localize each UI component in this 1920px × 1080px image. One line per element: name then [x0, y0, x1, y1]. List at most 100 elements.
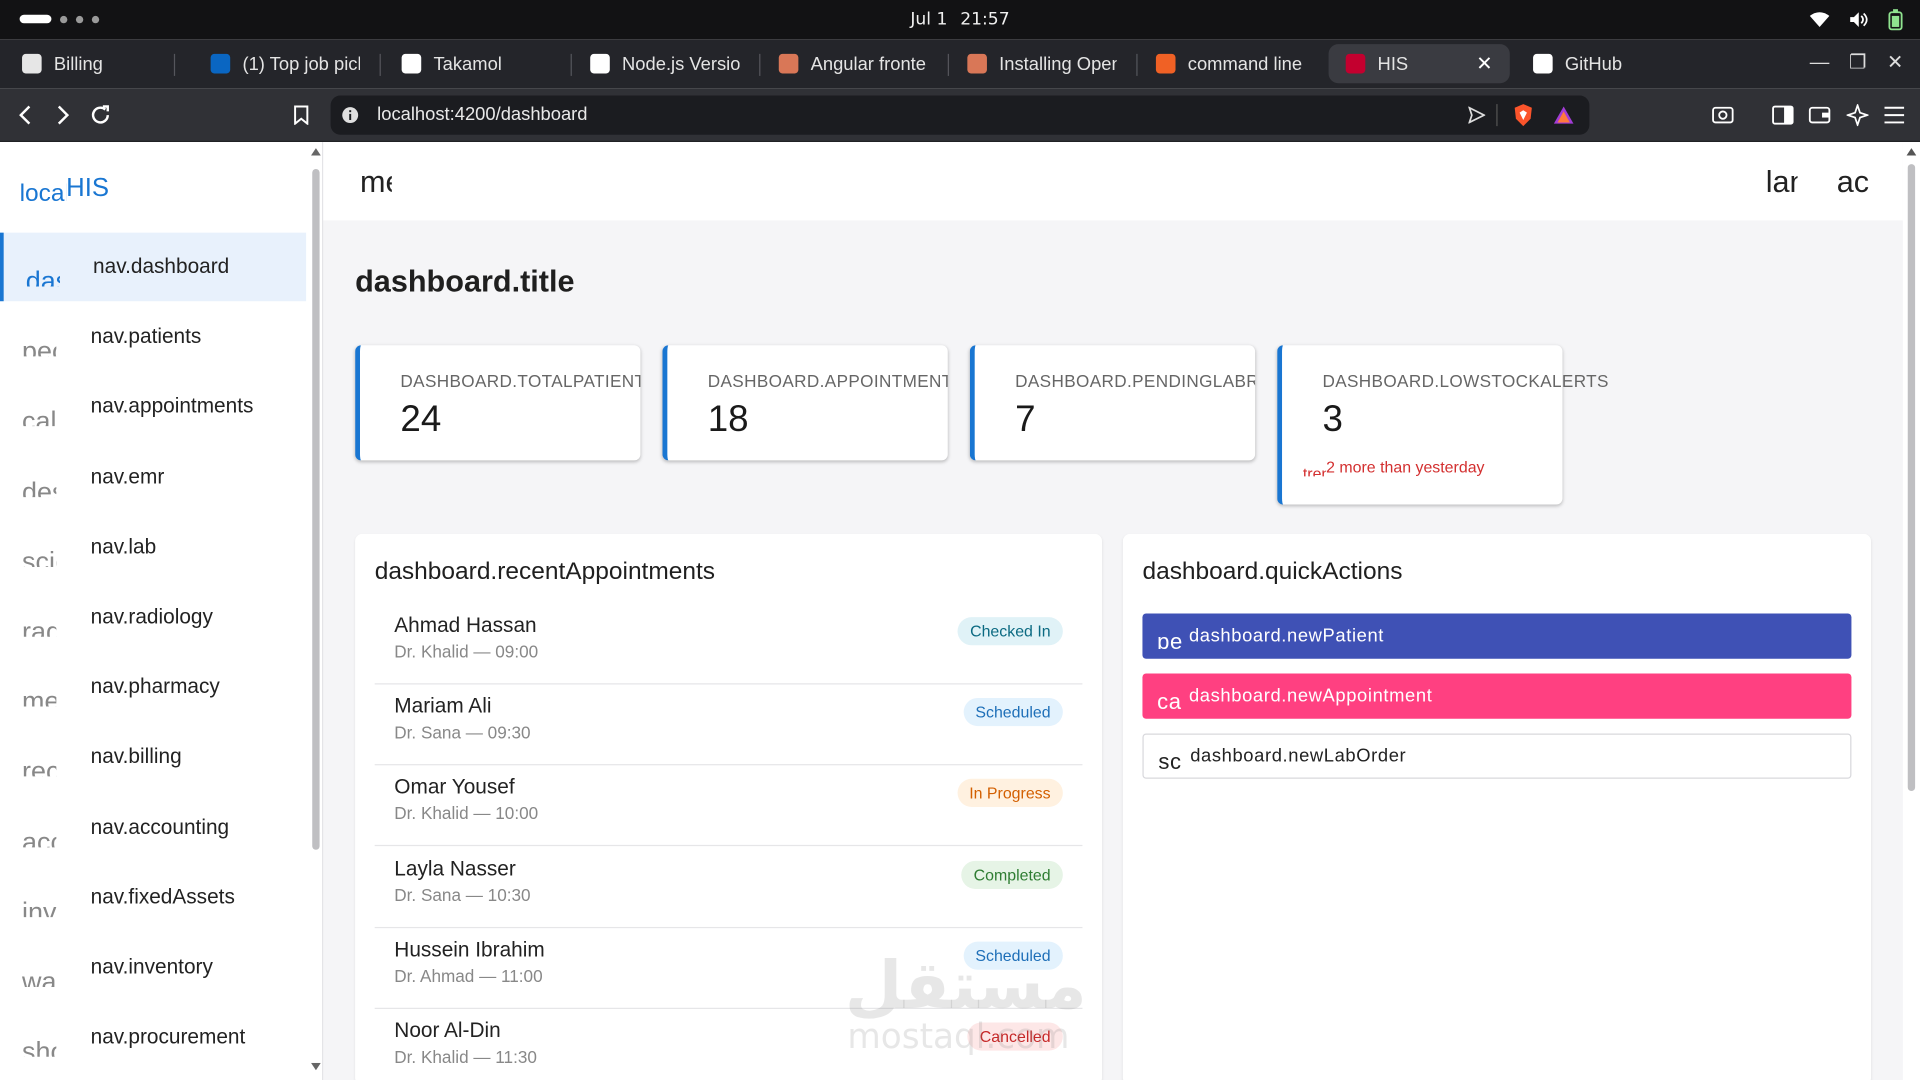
menu-icon[interactable]: menu [360, 164, 392, 196]
appointment-row[interactable]: Mariam Ali Dr. Sana — 09:30 Scheduled [374, 685, 1083, 766]
sidebar-item[interactable]: dashboard nav.dashboard [0, 232, 307, 302]
stat-card: dashboard.appointmentsToday 18 [662, 345, 948, 461]
appointment-row[interactable]: Ahmad Hassan Dr. Khalid — 09:00 Checked In [374, 604, 1083, 685]
url-divider [1496, 104, 1498, 127]
brave-rewards-icon[interactable] [1553, 105, 1575, 125]
info-icon[interactable] [342, 107, 359, 124]
tab-title: command line - [1187, 53, 1306, 75]
sidebar-item[interactable]: account_balance nav.accounting [0, 793, 306, 862]
nav-icon: description [22, 475, 56, 497]
patient-name: Layla Nasser [394, 856, 516, 880]
browser-tab[interactable]: Takamol [384, 44, 568, 83]
sidebar-item[interactable]: warehouse nav.inventory [0, 933, 306, 1002]
sidebar-scrollbar[interactable] [308, 142, 323, 1080]
tab-title: Billing [53, 53, 103, 75]
os-top-bar: Jul 1 21:57 [0, 0, 1920, 40]
sidebar-item[interactable]: shopping_cart nav.procurement [0, 1003, 306, 1072]
scroll-up-arrow-icon[interactable] [311, 148, 321, 156]
sidebar-item[interactable]: radiology nav.radiology [0, 583, 306, 652]
claude-icon [967, 53, 987, 74]
sidebar-item[interactable]: inventory nav.fixedAssets [0, 863, 306, 932]
tab-title: Node.js Version [622, 53, 740, 75]
stat-card-value: 3 [1322, 399, 1343, 440]
sidebar-item[interactable]: people nav.patients [0, 303, 306, 372]
wallet-button[interactable] [1805, 100, 1834, 129]
scroll-down-arrow-icon[interactable] [311, 1062, 321, 1071]
sidebar-item[interactable]: calendar_month nav.appointments [0, 373, 306, 442]
appointment-detail: Dr. Ahmad — 11:00 [394, 965, 543, 986]
sidebar-item[interactable]: medication nav.pharmacy [0, 653, 306, 722]
os-clock[interactable]: Jul 1 21:57 [0, 10, 1920, 30]
main-scroll-thumb[interactable] [1907, 164, 1916, 792]
main-scrollbar[interactable] [1902, 142, 1920, 1080]
tab-separator [379, 53, 381, 76]
language-icon[interactable]: language [1766, 164, 1798, 196]
patient-name: Mariam Ali [394, 694, 492, 718]
sidebar-item[interactable]: description nav.emr [0, 443, 306, 512]
close-tab-icon[interactable]: ✕ [1476, 51, 1492, 75]
sidebar-item-label: nav.radiology [90, 604, 213, 629]
scroll-up-arrow-icon[interactable] [1906, 148, 1917, 156]
back-button[interactable] [11, 100, 40, 129]
app-root: local_hospital HIS dashboard nav.dashboar… [0, 142, 1920, 1080]
sidebar-scroll-thumb[interactable] [312, 168, 320, 850]
sidebar-item-label: nav.lab [90, 534, 157, 559]
tab-title: Installing Open [999, 53, 1117, 75]
stat-card-label: dashboard.totalPatientsToday [400, 371, 640, 391]
quick-actions-title: dashboard.quickActions [1142, 558, 1403, 586]
address-bar[interactable]: localhost:4200/dashboard [330, 95, 1590, 135]
browser-tab[interactable]: Node.js Version [573, 44, 757, 83]
tab-separator [947, 53, 949, 76]
sidebar-item[interactable]: science nav.lab [0, 513, 306, 582]
nav-icon: warehouse [22, 966, 57, 987]
stat-card-value: 18 [707, 399, 749, 440]
quick-action-button[interactable]: science dashboard.newLabOrder [1142, 733, 1852, 779]
sidebar-item-label: nav.dashboard [93, 254, 230, 278]
bookmark-button[interactable] [287, 100, 316, 129]
chatgpt-icon [590, 53, 610, 74]
patient-name: Omar Yousef [394, 775, 515, 799]
maximize-icon[interactable]: ❐ [1849, 51, 1867, 75]
browser-tab[interactable]: HIS ✕ [1328, 44, 1510, 84]
minimize-icon[interactable]: — [1810, 51, 1830, 75]
appointment-row[interactable]: Omar Yousef Dr. Khalid — 10:00 In Progress [374, 766, 1083, 847]
tab-separator [173, 53, 176, 76]
account-icon[interactable]: account_circle [1837, 164, 1869, 196]
os-date: Jul 1 [910, 9, 948, 30]
quick-action-button[interactable]: person_add dashboard.newPatient [1142, 613, 1852, 659]
brand[interactable]: local_hospital HIS [20, 171, 109, 203]
quick-action-button[interactable]: calendar dashboard.newAppointment [1142, 673, 1852, 719]
menu-button[interactable] [1880, 100, 1909, 129]
browser-tab[interactable]: Billing [5, 44, 172, 83]
screenshot-button[interactable] [1708, 100, 1737, 129]
sidebar-item-label: nav.billing [90, 744, 182, 769]
browser-tab[interactable]: (1) Top job pick [193, 44, 377, 83]
browser-tab[interactable]: GitHub [1516, 44, 1700, 83]
brave-shield-icon[interactable] [1512, 103, 1534, 127]
sidebar-item[interactable]: receipt nav.billing [0, 723, 306, 792]
tab-title: HIS [1377, 53, 1409, 75]
nav-icon: people [22, 335, 56, 357]
sidebar-item-label: nav.patients [90, 324, 202, 348]
page-title: dashboard.title [355, 264, 575, 299]
share-icon[interactable] [1468, 106, 1486, 124]
reload-button[interactable] [86, 100, 115, 129]
arrow-right-icon [57, 105, 70, 125]
leo-ai-button[interactable] [1843, 100, 1872, 129]
forward-button[interactable] [48, 100, 77, 129]
close-window-icon[interactable]: ✕ [1887, 51, 1903, 75]
volume-icon [1850, 12, 1868, 27]
nav-icon: shopping_cart [22, 1036, 56, 1057]
sidebar-icon [1772, 105, 1794, 125]
browser-tab[interactable]: command line - [1139, 44, 1323, 83]
browser-tab[interactable]: Installing Open [950, 44, 1134, 83]
os-time: 21:57 [960, 9, 1010, 30]
system-tray[interactable] [1809, 9, 1903, 31]
quick-action-label: dashboard.newLabOrder [1190, 745, 1407, 767]
browser-tab[interactable]: Angular fronte [762, 44, 946, 83]
tab-title: Takamol [433, 53, 502, 75]
watermark-arabic: مستقل [844, 946, 1087, 1024]
sidebar-toggle-button[interactable] [1768, 100, 1797, 129]
appointment-row[interactable]: Layla Nasser Dr. Sana — 10:30 Completed [374, 847, 1083, 928]
stat-card: dashboard.totalPatientsToday 24 [355, 345, 641, 461]
